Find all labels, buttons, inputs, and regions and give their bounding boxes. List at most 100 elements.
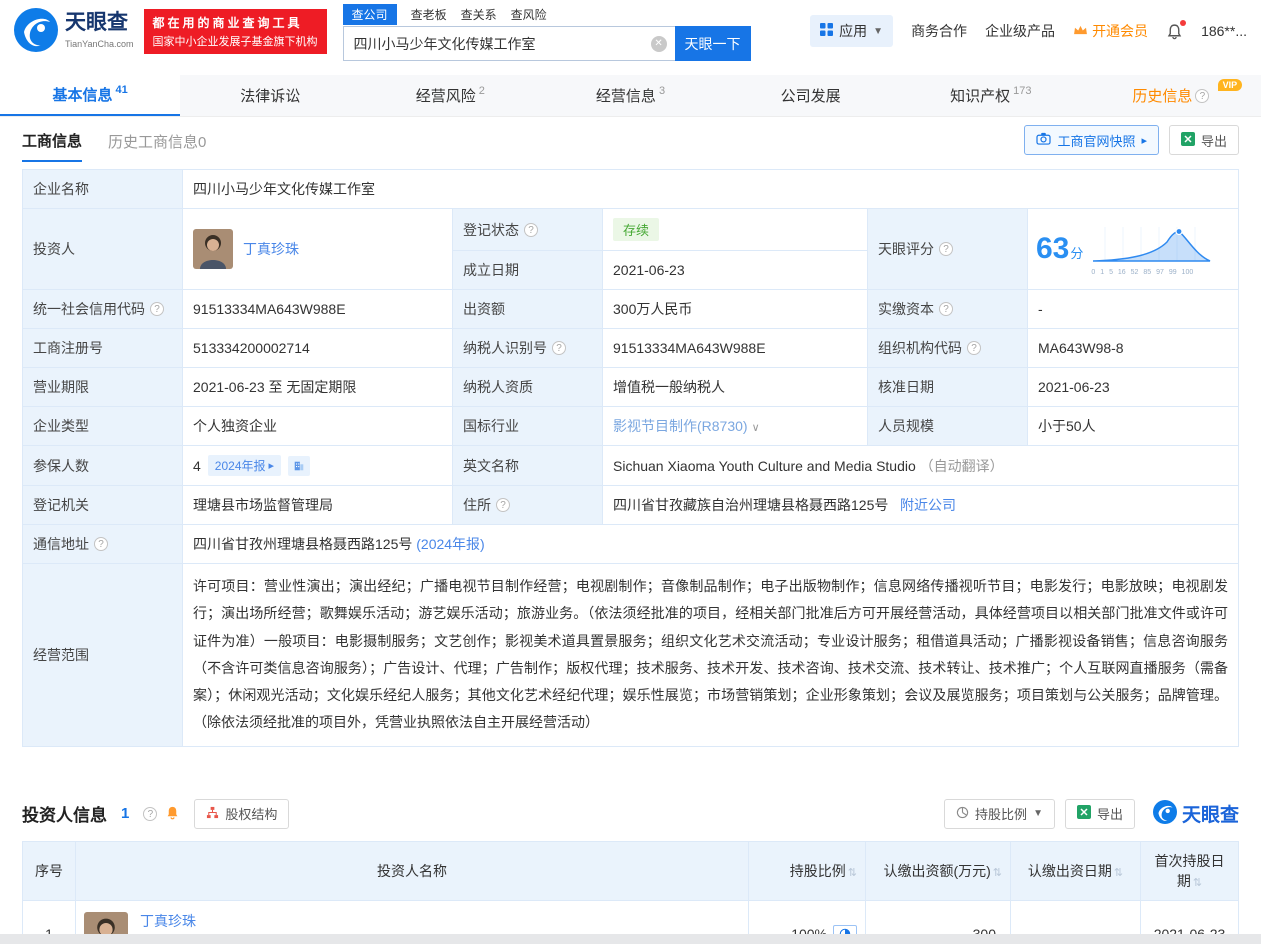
english-name-text: Sichuan Xiaoma Youth Culture and Media S… [613, 457, 916, 474]
col-ratio[interactable]: 持股比例 ⇅ [748, 840, 866, 901]
investor-row: 1 丁真珍珠 受益所有人 实际控制人 控股股东 [22, 899, 1239, 934]
nav-business-cooperation[interactable]: 商务合作 [911, 21, 967, 41]
col-subscribed-date[interactable]: 认缴出资日期 ⇅ [1010, 840, 1141, 901]
help-icon[interactable]: ? [552, 341, 566, 355]
english-name-label: 英文名称 [452, 445, 603, 486]
search-input[interactable] [343, 27, 675, 60]
building-icon[interactable] [288, 455, 311, 476]
help-icon[interactable]: ? [143, 806, 158, 821]
investor-ratio-value: 100% [791, 926, 827, 934]
col-investor-name: 投资人名称 [75, 840, 749, 901]
col-subscribed-amount[interactable]: 认缴出资额(万元) ⇅ [865, 840, 1011, 901]
subtab-history-business-info[interactable]: 历史工商信息0 [108, 120, 206, 161]
tianyancha-watermark: 天眼查 [1152, 800, 1239, 827]
taxpayer-value: 增值税一般纳税人 [602, 367, 868, 407]
paid-capital-value: - [1026, 289, 1240, 329]
business-scope-label: 经营范围 [22, 563, 183, 747]
annual-report-label: 2024年报 [214, 459, 266, 473]
investors-title: 投资人信息 [22, 806, 107, 826]
help-icon[interactable]: ? [496, 498, 510, 512]
tab-intellectual-property[interactable]: 知识产权 173 [901, 75, 1081, 116]
search-tab-risk[interactable]: 查风险 [511, 4, 547, 25]
search-tab-boss[interactable]: 查老板 [411, 4, 447, 25]
excel-icon [1076, 805, 1091, 822]
chevron-down-icon: ▼ [1033, 808, 1043, 820]
investor-avatar[interactable] [84, 912, 128, 934]
sort-icon[interactable]: ⇅ [848, 867, 857, 879]
tianyancha-logo[interactable]: 天眼查 TianYanCha.com [14, 7, 134, 55]
nearby-companies-link[interactable]: 附近公司 [900, 497, 956, 513]
chevron-down-icon: ▼ [873, 25, 884, 37]
search-button[interactable]: 天眼一下 [674, 26, 751, 61]
notification-bell-icon[interactable] [1166, 19, 1187, 40]
top-navigation: 应用 ▼ 商务合作 企业级产品 开通会员 186**... [810, 15, 1247, 47]
industry-text[interactable]: 影视节目制作(R8730) [613, 418, 748, 434]
investors-section-header: 投资人信息 1 ? 股权结构 持股比例 ▼ 导出 天眼查 [0, 798, 1261, 829]
industry-value: 影视节目制作(R8730) ∨ [602, 406, 868, 446]
investor-cell: 丁真珍珠 [182, 208, 453, 290]
credit-code-value: 91513334MA643W988E [182, 289, 453, 329]
shareholding-ratio-dropdown[interactable]: 持股比例 ▼ [944, 798, 1055, 829]
subscribe-bell-icon[interactable] [165, 805, 180, 823]
reg-no-label: 工商注册号 [22, 328, 183, 368]
credit-code-label: 统一社会信用代码? [22, 289, 183, 329]
col-amount-label: 认缴出资额(万元) [883, 862, 991, 879]
subtab-business-info[interactable]: 工商信息 [22, 119, 83, 162]
annual-report-badge[interactable]: 2024年报 ▸ [207, 455, 282, 476]
investors-export-button[interactable]: 导出 [1064, 798, 1135, 829]
tab-basic-info[interactable]: 基本信息 41 [0, 75, 181, 116]
col-sub-date-label: 认缴出资日期 [1027, 862, 1112, 879]
investor-avatar[interactable] [193, 229, 233, 269]
subtab-actions: 工商官网快照 ▸ 导出 [1024, 125, 1239, 155]
help-icon[interactable]: ? [1195, 88, 1210, 103]
search-tab-company[interactable]: 查公司 [342, 3, 397, 25]
tab-company-development[interactable]: 公司发展 [721, 75, 901, 116]
nav-open-vip[interactable]: 开通会员 [1073, 21, 1148, 41]
logo-text: 天眼查 TianYanCha.com [65, 10, 134, 50]
chevron-down-icon[interactable]: ∨ [752, 422, 760, 434]
tab-legal-proceedings[interactable]: 法律诉讼 [180, 75, 360, 116]
col-seq: 序号 [22, 840, 76, 901]
camera-icon [1036, 132, 1052, 148]
tab-history-info[interactable]: VIP 历史信息 ? [1081, 75, 1261, 116]
help-icon[interactable]: ? [939, 242, 953, 256]
shareholding-ratio-label: 持股比例 [975, 807, 1028, 823]
investor-label: 投资人 [22, 208, 183, 290]
search-tab-relation[interactable]: 查关系 [461, 4, 497, 25]
official-snapshot-button[interactable]: 工商官网快照 ▸ [1024, 125, 1159, 155]
score-label-text: 天眼评分 [878, 241, 934, 257]
investor-name-link[interactable]: 丁真珍珠 [243, 239, 299, 259]
org-code-value: MA643W98-8 [1026, 328, 1240, 368]
help-icon[interactable]: ? [967, 341, 981, 355]
sort-icon[interactable]: ⇅ [1193, 877, 1202, 889]
clear-search-icon[interactable]: ✕ [650, 36, 667, 52]
established-date-value: 2021-06-23 [602, 250, 868, 290]
help-icon[interactable]: ? [94, 537, 108, 551]
english-name-value: Sichuan Xiaoma Youth Culture and Media S… [601, 445, 1240, 486]
logo-title: 天眼查 [65, 10, 128, 34]
annual-report-link[interactable]: (2024年报) [416, 536, 484, 552]
equity-structure-button[interactable]: 股权结构 [194, 798, 290, 829]
pie-chart-icon[interactable] [833, 924, 857, 934]
tab-operating-info[interactable]: 经营信息 3 [540, 75, 720, 116]
user-account[interactable]: 186**... [1201, 23, 1247, 39]
nav-enterprise-products[interactable]: 企业级产品 [985, 21, 1055, 41]
help-icon[interactable]: ? [939, 302, 953, 316]
tab-operating-risk[interactable]: 经营风险 2 [360, 75, 540, 116]
business-info-table: 企业名称 四川小马少年文化传媒工作室 投资人 丁真珍珠 登记状态? 存续 天眼评… [22, 169, 1240, 747]
sort-icon[interactable]: ⇅ [993, 867, 1002, 879]
tab-risk-label: 经营风险 [415, 88, 476, 105]
help-icon[interactable]: ? [524, 222, 538, 237]
insured-count-value: 4 2024年报 ▸ [182, 445, 453, 486]
col-first-holding-date[interactable]: 首次持股日期 ⇅ [1140, 840, 1239, 901]
business-term-value: 2021-06-23 至 无固定期限 [182, 367, 453, 407]
sort-icon[interactable]: ⇅ [1114, 867, 1123, 879]
search-row: ✕ 天眼一下 [342, 26, 751, 61]
investor-name-link[interactable]: 丁真珍珠 [140, 913, 196, 929]
apps-menu-button[interactable]: 应用 ▼ [810, 15, 894, 47]
score-cell[interactable]: 63分 0 1 5 16 52 85 97 99 100 [1026, 208, 1240, 290]
export-button[interactable]: 导出 [1168, 125, 1239, 155]
credit-code-label-text: 统一社会信用代码 [33, 301, 145, 317]
help-icon[interactable]: ? [150, 302, 164, 316]
score-axis-labels: 0 1 5 16 52 85 97 99 100 [1091, 268, 1194, 276]
